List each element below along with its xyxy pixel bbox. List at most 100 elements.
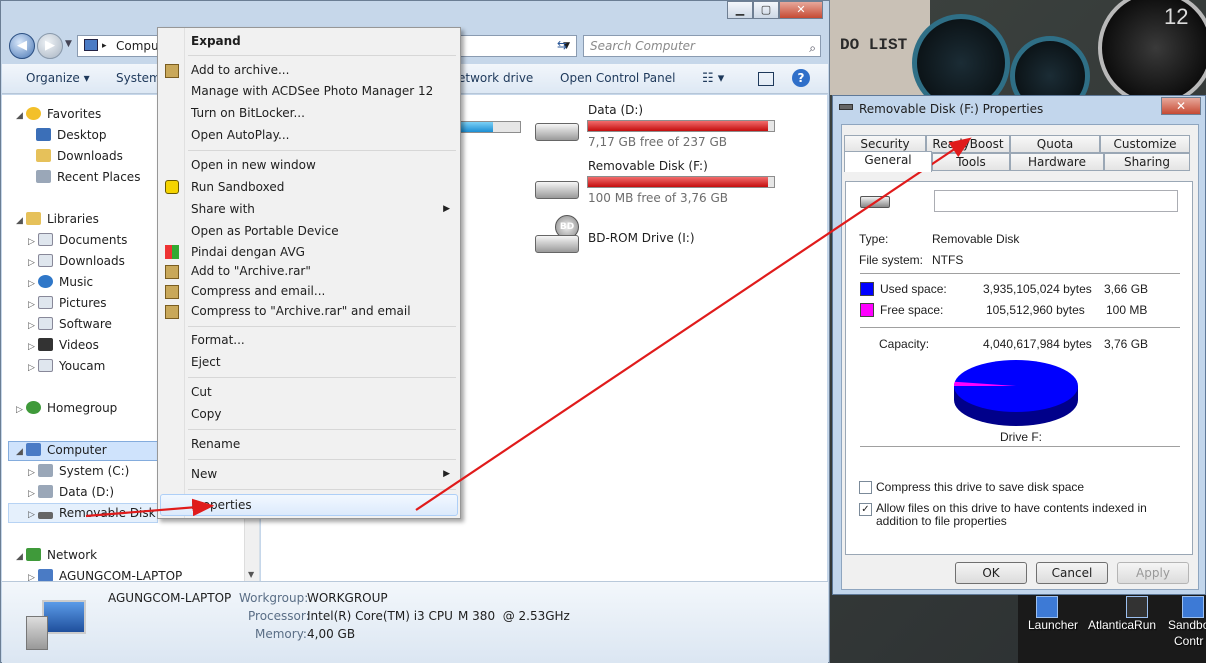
menu-acdsee[interactable]: Manage with ACDSee Photo Manager 12 [191,81,433,101]
change-view-icon[interactable]: ☷ ▾ [702,71,724,86]
menu-share-with[interactable]: Share with [191,199,255,219]
organize-button[interactable]: Organize ▾ [26,71,90,85]
nav-youcam[interactable]: ▷ Youcam [28,356,105,376]
menu-compress-rar-email[interactable]: Compress to "Archive.rar" and email [191,301,411,321]
menu-add-to-rar[interactable]: Add to "Archive.rar" [191,261,311,281]
compress-checkbox[interactable] [859,481,872,494]
nav-downloads[interactable]: Downloads [36,146,123,166]
nav-music[interactable]: ▷ Music [28,272,93,292]
data-drive-icon[interactable] [535,123,579,141]
nav-lib-downloads[interactable]: ▷ Downloads [28,251,125,271]
homegroup-icon [26,401,41,414]
nav-computer[interactable]: ◢ Computer [16,440,107,460]
scroll-down-icon[interactable]: ▼ [248,570,254,579]
drive-label-input[interactable] [934,190,1178,212]
recent-pages-chevron-icon[interactable]: ▼ [65,39,72,49]
memory-value: 4,00 GB [307,627,356,641]
nav-label: Software [59,317,112,331]
dialog-title: Removable Disk (F:) Properties [859,102,1044,116]
processor-model: M 380 @ 2.53GHz [458,609,570,623]
sandboxie-control-icon[interactable] [1182,596,1204,618]
bd-rom-drive-icon[interactable] [535,235,579,253]
nav-label: Videos [59,338,99,352]
search-input[interactable]: Search Computer ⌕ [583,35,821,57]
desktop-icon-label[interactable]: Contr [1174,634,1203,648]
help-icon[interactable]: ? [792,69,810,87]
menu-bitlocker[interactable]: Turn on BitLocker... [191,103,305,123]
nav-pictures[interactable]: ▷ Pictures [28,293,107,313]
desktop-icons-area: Launcher AtlanticaRun Sandbo Contr [1018,588,1206,663]
nav-recent-places[interactable]: Recent Places [36,167,140,187]
tab-tools[interactable]: Tools [932,153,1010,171]
nav-label: Youcam [59,359,106,373]
nav-label: Data (D:) [59,485,115,499]
tab-quota[interactable]: Quota [1010,135,1100,153]
menu-open-new-window[interactable]: Open in new window [191,155,316,175]
data-drive-name[interactable]: Data (D:) [588,103,643,117]
nav-desktop[interactable]: Desktop [36,125,107,145]
forward-button[interactable]: ▶ [37,33,63,59]
close-button[interactable]: ✕ [779,1,823,19]
tab-general[interactable]: General [844,151,932,172]
removable-drive-name[interactable]: Removable Disk (F:) [588,159,708,173]
menu-properties[interactable]: Properties [191,495,252,515]
ok-button[interactable]: OK [955,562,1027,584]
breadcrumb-chevron-icon[interactable]: ▸ [102,36,107,56]
tab-hardware[interactable]: Hardware [1010,153,1104,171]
menu-expand[interactable]: Expand [191,31,241,51]
open-control-panel-button[interactable]: Open Control Panel [560,71,675,85]
apply-button[interactable]: Apply [1117,562,1189,584]
menu-open-portable-device[interactable]: Open as Portable Device [191,221,339,241]
desktop-icon-label[interactable]: AtlanticaRun [1088,618,1156,632]
nav-data-d[interactable]: ▷ Data (D:) [28,482,114,502]
map-network-drive-button[interactable]: etwork drive [458,71,533,85]
menu-eject[interactable]: Eject [191,352,221,372]
nav-software[interactable]: ▷ Software [28,314,112,334]
nav-network[interactable]: ◢ Network [16,545,97,565]
capacity-bytes: 4,040,617,984 bytes [983,337,1092,351]
nav-homegroup[interactable]: ▷ Homegroup [16,398,117,418]
avg-icon [165,245,179,259]
desktop-icon-label[interactable]: Launcher [1028,618,1078,632]
menu-compress-email[interactable]: Compress and email... [191,281,325,301]
launcher-icon[interactable] [1036,596,1058,618]
nav-documents[interactable]: ▷ Documents [28,230,127,250]
menu-autoplay[interactable]: Open AutoPlay... [191,125,289,145]
menu-scan-avg[interactable]: Pindai dengan AVG [191,242,305,262]
nav-favorites[interactable]: ◢ Favorites [16,104,101,124]
system-properties-button[interactable]: System [116,71,161,85]
tab-sharing[interactable]: Sharing [1104,153,1190,171]
nav-scrollbar[interactable]: ▼ [244,509,259,581]
desktop-icon-label[interactable]: Sandbo [1168,618,1206,632]
compress-label[interactable]: Compress this drive to save disk space [876,480,1084,494]
removable-drive-icon[interactable] [535,181,579,199]
computer-large-icon [26,600,90,652]
menu-cut[interactable]: Cut [191,382,212,402]
menu-rename[interactable]: Rename [191,434,240,454]
dialog-close-button[interactable]: ✕ [1161,97,1201,115]
bd-rom-drive-name[interactable]: BD-ROM Drive (I:) [588,231,695,245]
maximize-button[interactable]: ▢ [753,1,779,19]
nav-system-c[interactable]: ▷ System (C:) [28,461,129,481]
tab-readyboost[interactable]: ReadyBoost [926,135,1010,153]
atlanticarun-icon[interactable] [1126,596,1148,618]
search-placeholder: Search Computer [590,39,695,53]
disk-usage-pie [954,360,1078,426]
back-button[interactable]: ◀ [9,33,35,59]
refresh-icon[interactable]: ⇆ [557,38,575,54]
menu-run-sandboxed[interactable]: Run Sandboxed [191,177,284,197]
preview-pane-icon[interactable] [758,72,774,86]
cancel-button[interactable]: Cancel [1036,562,1108,584]
menu-add-to-archive[interactable]: Add to archive... [191,60,289,80]
nav-videos[interactable]: ▷ Videos [28,335,99,355]
minimize-button[interactable]: ▁ [727,1,753,19]
search-icon[interactable]: ⌕ [809,38,816,58]
menu-new[interactable]: New [191,464,217,484]
index-checkbox[interactable]: ✓ [859,503,872,516]
menu-copy[interactable]: Copy [191,404,221,424]
index-label[interactable]: Allow files on this drive to have conten… [876,502,1176,528]
nav-label: Computer [47,443,107,457]
nav-libraries[interactable]: ◢ Libraries [16,209,99,229]
menu-format[interactable]: Format... [191,330,245,350]
tab-customize[interactable]: Customize [1100,135,1190,153]
